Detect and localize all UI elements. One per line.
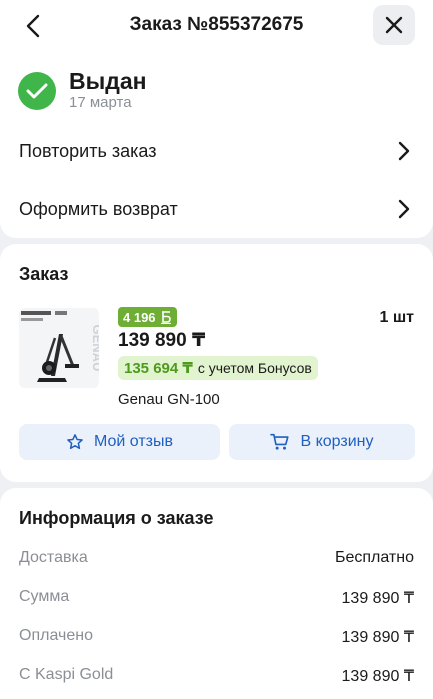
bonus-price-note: с учетом Бонусов: [197, 360, 312, 376]
my-review-button[interactable]: Мой отзыв: [19, 424, 220, 460]
info-row-paid: Оплачено 139 890 ₸: [19, 627, 414, 649]
bonus-badge: 4 196: [118, 307, 177, 327]
close-button[interactable]: [373, 5, 415, 45]
status-check-icon: [18, 72, 56, 110]
info-value: 139 890 ₸: [341, 590, 414, 607]
page-title: Заказ №855372675: [129, 14, 304, 35]
info-value: 139 890 ₸: [341, 668, 414, 685]
info-value: Бесплатно: [334, 549, 414, 566]
star-icon: [67, 434, 83, 450]
order-items-card: Заказ GENAU 4 196 139 890 ₸ 1 шт 135 694…: [0, 244, 433, 482]
product-name[interactable]: Genau GN-100: [118, 391, 220, 408]
return-order-label: Оформить возврат: [19, 198, 178, 219]
svg-text:GENAU: GENAU: [90, 325, 99, 372]
info-label: Доставка: [19, 549, 88, 566]
product-image[interactable]: GENAU: [19, 308, 99, 388]
top-bar: Заказ №855372675: [0, 0, 433, 52]
info-row-kaspi-gold: С Kaspi Gold 139 890 ₸: [19, 666, 414, 688]
bonus-price-value: 135 694 ₸: [124, 360, 193, 377]
info-row-sum: Сумма 139 890 ₸: [19, 588, 414, 610]
my-review-label: Мой отзыв: [94, 433, 173, 450]
add-to-cart-button[interactable]: В корзину: [229, 424, 415, 460]
bonus-b-icon: [160, 311, 171, 324]
info-label: Сумма: [19, 588, 70, 605]
product-price: 139 890 ₸: [118, 330, 206, 351]
repeat-order-label: Повторить заказ: [19, 140, 157, 161]
chevron-right-icon: [398, 199, 410, 219]
status-date: 17 марта: [69, 94, 132, 111]
brand-logo: GENAU: [90, 325, 99, 372]
bonus-price-badge: 135 694 ₸ с учетом Бонусов: [118, 356, 318, 380]
bonus-badge-value: 4 196: [123, 309, 156, 325]
add-to-cart-label: В корзину: [300, 433, 374, 450]
info-label: Оплачено: [19, 627, 93, 644]
order-section-title: Заказ: [19, 264, 69, 284]
repeat-order-row[interactable]: Повторить заказ: [0, 128, 433, 174]
info-value: 139 890 ₸: [341, 629, 414, 646]
info-row-delivery: Доставка Бесплатно: [19, 549, 414, 571]
cart-icon: [270, 433, 290, 450]
info-label: С Kaspi Gold: [19, 666, 114, 683]
info-section-title: Информация о заказе: [19, 508, 214, 528]
chevron-right-icon: [398, 141, 410, 161]
product-quantity: 1 шт: [379, 309, 414, 326]
order-status-card: Выдан 17 марта Повторить заказ Оформить …: [0, 52, 433, 238]
close-icon: [385, 16, 403, 34]
return-order-row[interactable]: Оформить возврат: [0, 186, 433, 232]
status-title: Выдан: [69, 68, 147, 94]
order-info-card: Информация о заказе Доставка Бесплатно С…: [0, 488, 433, 699]
